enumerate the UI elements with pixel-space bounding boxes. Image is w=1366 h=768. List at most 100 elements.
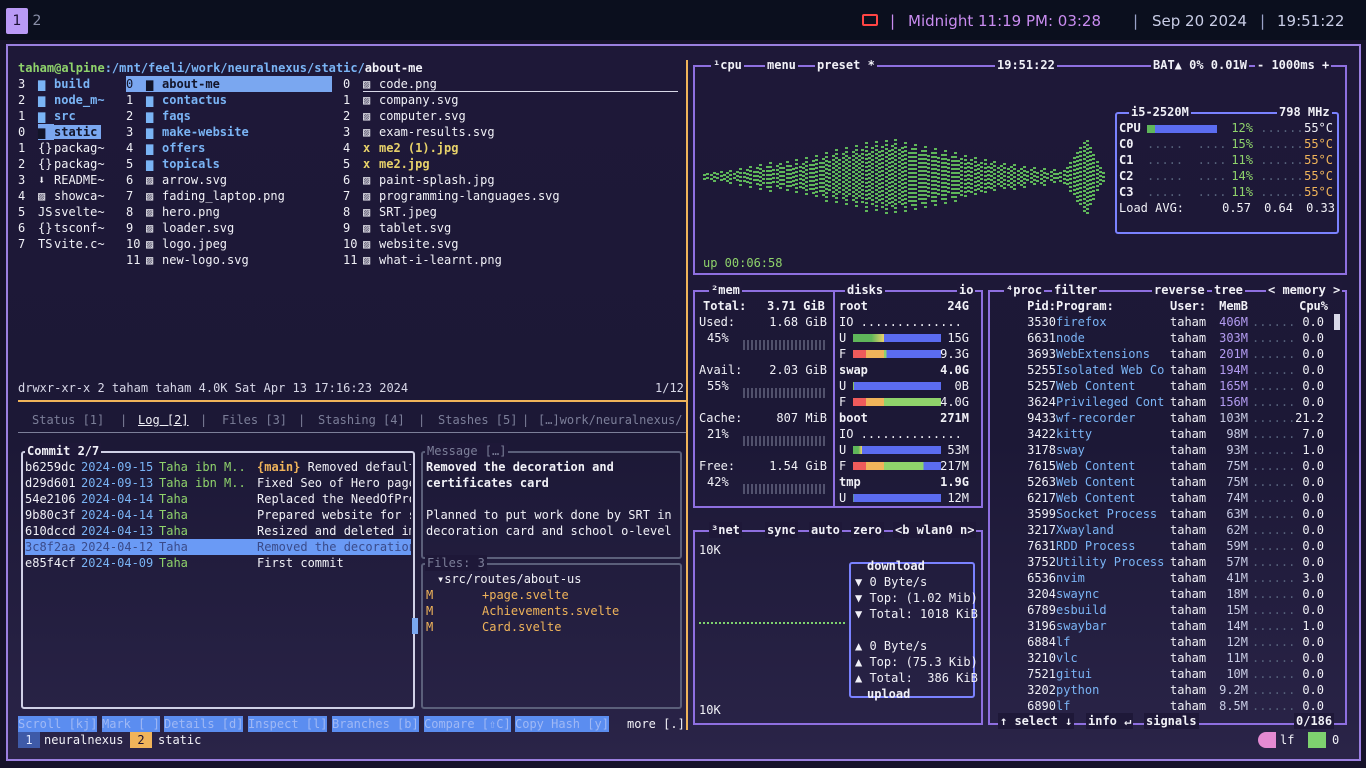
lf-entry[interactable]: 8 ▨ SRT.jpeg <box>343 204 678 220</box>
lf-entry[interactable]: 1 ▆ src <box>18 108 128 124</box>
process-row[interactable]: 6631 node taham 303M...... 0.0 <box>990 330 1330 346</box>
process-row[interactable]: 3204 swaync taham 18M...... 0.0 <box>990 586 1330 602</box>
proc-footer-item[interactable]: info ↵ <box>1086 713 1134 729</box>
tab-log[interactable]: Log [2] <box>138 412 189 428</box>
process-row[interactable]: 3210 vlc taham 11M...... 0.0 <box>990 650 1330 666</box>
lf-entry[interactable]: 9 ▨ tablet.svg <box>343 220 678 236</box>
process-row[interactable]: 3202 python taham 9.2M...... 0.0 <box>990 682 1330 698</box>
proc-column-header[interactable]: Pid: <box>1020 298 1056 314</box>
process-row[interactable]: 3752 Utility Process taham 57M...... 0.0 <box>990 554 1330 570</box>
recording-icon[interactable] <box>862 14 878 26</box>
proc-column-header[interactable]: User: <box>1170 298 1206 314</box>
lf-entry[interactable]: 4 ▆ offers <box>126 140 336 156</box>
tab-status[interactable]: Status [1] <box>32 412 104 428</box>
workspace-1[interactable]: 1 <box>6 8 28 34</box>
lf-entry[interactable]: 3 ▆ make-website <box>126 124 336 140</box>
key-hint[interactable]: Inspect [l] <box>248 716 328 732</box>
process-row[interactable]: 5263 Web Content taham 75M...... 0.0 <box>990 474 1330 490</box>
process-row[interactable]: 7631 RDD Process taham 59M...... 0.0 <box>990 538 1330 554</box>
lf-entry[interactable]: 6 {} tsconf~ <box>18 220 128 236</box>
process-row[interactable]: 3599 Socket Process taham 63M...... 0.0 <box>990 506 1330 522</box>
cpu-header-item[interactable]: ¹cpu <box>711 57 744 73</box>
commit-row[interactable]: 54e2106 2024-04-14 Taha Replaced the NeedOf… <box>25 491 411 507</box>
commit-row[interactable]: 610dccd 2024-04-13 Taha Resized and deleted… <box>25 523 411 539</box>
tmux-window-2-index[interactable]: 2 <box>130 732 152 748</box>
lf-entry[interactable]: 1 ▆ contactus <box>126 92 336 108</box>
tmux-window-1-index[interactable]: 1 <box>18 732 40 748</box>
lf-entry[interactable]: 1 {} packag~ <box>18 140 128 156</box>
lf-entry[interactable]: 3 ▨ exam-results.svg <box>343 124 678 140</box>
cpu-header-item[interactable]: BAT▲ 0% 0.01W <box>1151 57 1249 73</box>
process-row[interactable]: 9433 wf-recorder taham 103M...... 21.2 <box>990 410 1330 426</box>
lf-entry[interactable]: 6 ▨ paint-splash.jpg <box>343 172 678 188</box>
process-row[interactable]: 6884 lf taham 12M...... 0.0 <box>990 634 1330 650</box>
lf-entry[interactable]: 7 ▨ fading_laptop.png <box>126 188 336 204</box>
lf-entry[interactable]: 3 ▆ build <box>18 76 128 92</box>
lf-entry[interactable]: 11 ▨ what-i-learnt.png <box>343 252 678 268</box>
lf-entry[interactable]: 4 ▨ showca~ <box>18 188 128 204</box>
net-tab[interactable]: sync <box>765 522 798 538</box>
lf-entry[interactable]: 2 ▆ node_m~ <box>18 92 128 108</box>
lf-entry[interactable]: 3 ⬇ README~ <box>18 172 128 188</box>
lf-entry[interactable]: 5 JS svelte~ <box>18 204 128 220</box>
lf-entry[interactable]: 2 {} packag~ <box>18 156 128 172</box>
process-row[interactable]: 5255 Isolated Web Co taham 194M...... 0.0 <box>990 362 1330 378</box>
commit-row[interactable]: d29d601 2024-09-13 Taha ibn M.. Fixed Seo o… <box>25 475 411 491</box>
net-tab[interactable]: auto <box>809 522 842 538</box>
key-hint[interactable]: Mark [ ] <box>102 716 160 732</box>
net-title[interactable]: ³net <box>709 522 742 538</box>
process-row[interactable]: 6536 nvim taham 41M...... 3.0 <box>990 570 1330 586</box>
proc-column-header[interactable]: MemB <box>1216 298 1248 314</box>
proc-header-item[interactable]: reverse <box>1152 282 1207 298</box>
net-tab[interactable]: zero <box>851 522 884 538</box>
lf-entry[interactable]: 0 ▆ about-me <box>126 76 332 92</box>
proc-header-item[interactable]: ⁴proc <box>1004 282 1045 298</box>
process-row[interactable]: 5257 Web Content taham 165M...... 0.0 <box>990 378 1330 394</box>
proc-footer-item[interactable]: signals <box>1144 713 1199 729</box>
lf-entry[interactable]: 1 ▨ company.svg <box>343 92 678 108</box>
scrollbar[interactable] <box>1334 314 1340 330</box>
process-row[interactable]: 3624 Privileged Cont taham 156M...... 0.0 <box>990 394 1330 410</box>
lf-entry[interactable]: 5 x me2.jpg <box>343 156 678 172</box>
lf-entry[interactable]: 11 ▨ new-logo.svg <box>126 252 336 268</box>
process-row[interactable]: 3178 sway taham 93M...... 1.0 <box>990 442 1330 458</box>
lf-entry[interactable]: 0 ▨ code.png <box>343 76 678 92</box>
tab-stashing[interactable]: Stashing [4] <box>318 412 405 428</box>
key-hint[interactable]: Scroll [kj] <box>18 716 98 732</box>
process-row[interactable]: 6890 lf taham 8.5M...... 0.0 <box>990 698 1330 714</box>
proc-column-header[interactable]: Program: <box>1056 298 1114 314</box>
proc-column-header[interactable]: Cpu% <box>1298 298 1328 314</box>
lf-entry[interactable]: 2 ▆ faqs <box>126 108 336 124</box>
net-tab[interactable]: <b wlan0 n> <box>893 522 977 538</box>
lf-entry[interactable]: 10 ▨ website.svg <box>343 236 678 252</box>
lf-entry[interactable]: 4 x me2 (1).jpg <box>343 140 678 156</box>
tmux-window-2[interactable]: static <box>158 732 201 748</box>
proc-footer-item[interactable]: ↑ select ↓ <box>998 713 1075 729</box>
key-hint[interactable]: more [.] <box>627 716 685 732</box>
commit-row[interactable]: e85f4cf 2024-04-09 Taha First commit <box>25 555 411 571</box>
key-hint[interactable]: Copy Hash [y] <box>515 716 609 732</box>
process-row[interactable]: 3196 swaybar taham 14M...... 1.0 <box>990 618 1330 634</box>
lf-entry[interactable]: 9 ▨ loader.svg <box>126 220 336 236</box>
changed-file[interactable]: M +page.svelte <box>426 587 569 603</box>
key-hint[interactable]: Branches [b] <box>332 716 419 732</box>
cpu-header-item[interactable]: - 1000ms + <box>1255 57 1332 73</box>
workspace-2[interactable]: 2 <box>26 8 48 34</box>
process-row[interactable]: 7615 Web Content taham 75M...... 0.0 <box>990 458 1330 474</box>
lf-entry[interactable]: 2 ▨ computer.svg <box>343 108 678 124</box>
cpu-header-item[interactable]: preset * <box>815 57 877 73</box>
commit-row[interactable]: 3c8f2aa 2024-04-12 Taha Removed the decorat… <box>25 539 411 555</box>
process-row[interactable]: 3693 WebExtensions taham 201M...... 0.0 <box>990 346 1330 362</box>
key-hint[interactable]: Compare [⇧C] <box>424 716 511 732</box>
tab-files[interactable]: Files [3] <box>222 412 287 428</box>
process-row[interactable]: 6217 Web Content taham 74M...... 0.0 <box>990 490 1330 506</box>
key-hint[interactable]: Details [d] <box>164 716 244 732</box>
process-row[interactable]: 3217 Xwayland taham 62M...... 0.0 <box>990 522 1330 538</box>
proc-footer-item[interactable]: 0/186 <box>1294 713 1335 729</box>
process-row[interactable]: 7521 gitui taham 10M...... 0.0 <box>990 666 1330 682</box>
changed-file[interactable]: M Card.svelte <box>426 619 561 635</box>
tab-stashes[interactable]: Stashes [5] <box>438 412 517 428</box>
scrollbar[interactable] <box>412 618 418 634</box>
proc-header-item[interactable]: tree <box>1212 282 1245 298</box>
process-row[interactable]: 3422 kitty taham 98M...... 7.0 <box>990 426 1330 442</box>
